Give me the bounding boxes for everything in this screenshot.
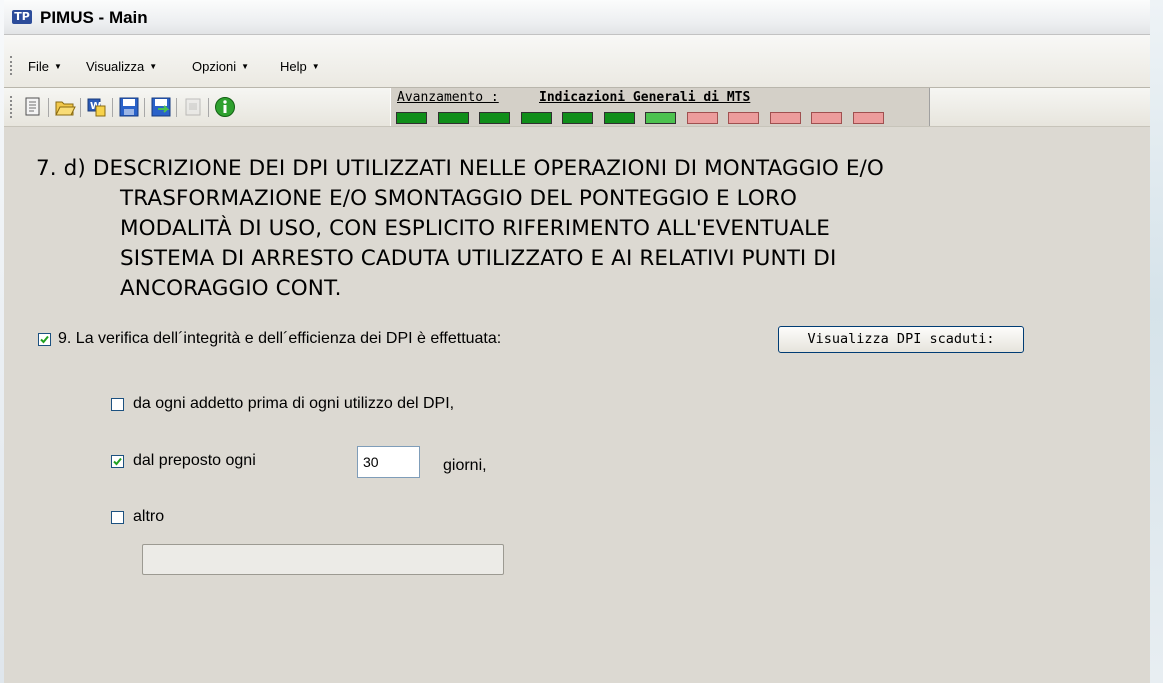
word-export-icon[interactable]: W [86,96,108,118]
menu-help-label: Help [280,59,307,74]
progress-segment [686,112,718,124]
menu-opzioni[interactable]: Opzioni ▼ [192,59,249,75]
option-addetto-checkbox[interactable] [111,398,124,411]
section-title-line: TRASFORMAZIONE E/O SMONTAGGIO DEL PONTEG… [120,186,798,211]
menu-opzioni-label: Opzioni [192,59,237,74]
chevron-down-icon: ▼ [53,62,62,71]
toolbar-separator [176,98,177,117]
info-icon[interactable] [214,96,236,118]
option-addetto-label: da ogni addetto prima di ogni utilizzo d… [133,395,455,412]
toolbar-grip[interactable] [10,96,15,118]
progress-segment [520,112,552,124]
menu-grip[interactable] [10,56,15,75]
toolbar-separator [80,98,81,117]
option-altro-label: altro [133,508,165,525]
option-preposto-checkbox[interactable] [111,455,124,468]
option-altro-checkbox[interactable] [111,511,124,524]
verifica-checkbox[interactable] [38,333,51,346]
checkmark-icon [113,457,122,466]
menu-file[interactable]: File ▼ [28,59,62,75]
toolbar-separator [48,98,49,117]
progress-segment [396,112,427,124]
progress-segment [437,112,469,124]
section-title-line: SISTEMA DI ARRESTO CADUTA UTILIZZATO E A… [120,246,837,271]
title-bar: TP PIMUS - Main [4,0,1150,35]
progress-segment [811,112,842,124]
section-title-line: 7. d) DESCRIZIONE DEI DPI UTILIZZATI NEL… [36,156,884,181]
menu-bar: File ▼ Visualizza ▼ Opzioni ▼ Help ▼ [4,35,1150,88]
chevron-down-icon: ▼ [241,62,249,71]
save-icon[interactable] [118,96,140,118]
option-preposto-label: dal preposto ogni [133,452,256,469]
save-as-icon[interactable] [150,96,172,118]
chevron-down-icon: ▼ [149,62,158,71]
toolbar-separator [144,98,145,117]
open-folder-icon[interactable] [54,96,76,118]
toolbar-separator [112,98,113,117]
progress-segment [769,112,801,124]
section-title-line: ANCORAGGIO CONT. [120,276,342,301]
progress-segment [603,112,635,124]
visualizza-dpi-scaduti-button[interactable]: Visualizza DPI scaduti: [778,326,1024,353]
toolbar-separator [208,98,209,117]
window-frame-right [1150,0,1163,683]
print-icon[interactable] [182,96,204,118]
days-suffix-label: giorni, [443,457,487,474]
menu-help[interactable]: Help ▼ [280,59,320,75]
progress-segment [562,112,593,124]
window-title: PIMUS - Main [40,8,148,27]
menu-visualizza[interactable]: Visualizza ▼ [86,59,157,75]
progress-label: Avanzamento : [397,90,499,105]
days-input[interactable]: 30 [357,446,420,478]
menu-file-label: File [28,59,49,74]
section-title: 7. d) DESCRIZIONE DEI DPI UTILIZZATI NEL… [36,154,1136,304]
new-document-icon[interactable] [22,96,44,118]
menu-visualizza-label: Visualizza [86,59,145,74]
progress-segment [852,112,884,124]
progress-segment [479,112,510,124]
chevron-down-icon: ▼ [311,62,320,71]
altro-input[interactable] [142,544,504,575]
section-title-line: MODALITÀ DI USO, CON ESPLICITO RIFERIMEN… [120,216,830,241]
progress-segment [645,112,676,124]
progress-panel: Avanzamento : Indicazioni Generali di MT… [390,88,930,126]
app-logo-icon: TP [12,10,32,24]
checkmark-icon [40,335,49,344]
progress-segment [728,112,759,124]
progress-current-step: Indicazioni Generali di MTS [539,90,751,105]
verifica-label: 9. La verifica dell´integrità e dell´eff… [58,330,502,347]
